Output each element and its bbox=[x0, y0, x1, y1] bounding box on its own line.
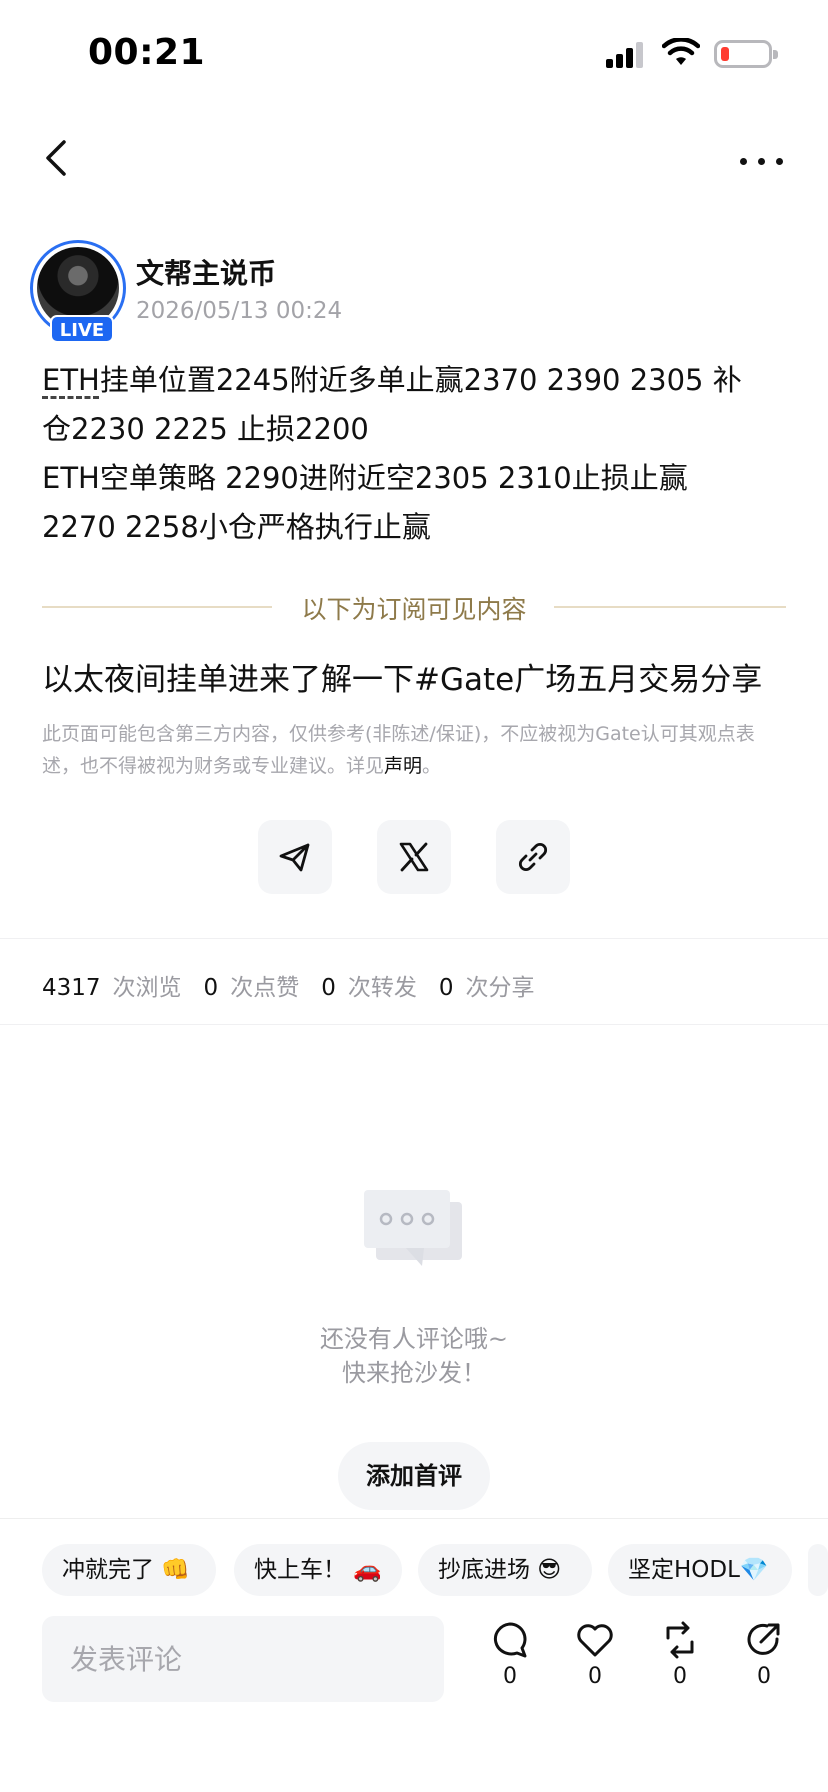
empty-comments-icon bbox=[364, 1190, 462, 1266]
likes-count: 0 bbox=[203, 975, 219, 1001]
wifi-icon bbox=[662, 38, 700, 65]
share-arrow-icon bbox=[747, 1623, 780, 1655]
views-label: 次浏览 bbox=[112, 975, 182, 1001]
empty-comments-line-2: 快来抢沙发！ bbox=[342, 1359, 486, 1387]
subscribe-divider-label: 以下为订阅可见内容 bbox=[301, 595, 527, 624]
comment-input[interactable] bbox=[42, 1616, 444, 1702]
empty-comments-line-1: 还没有人评论哦~ bbox=[319, 1325, 509, 1353]
share-x-button[interactable] bbox=[377, 820, 451, 894]
shares-count: 0 bbox=[438, 975, 454, 1001]
section-separator bbox=[0, 938, 828, 939]
status-bar: 00:21 bbox=[0, 0, 828, 108]
share-count: 0 bbox=[757, 1664, 771, 1689]
disclaimer-end: 。 bbox=[422, 755, 442, 777]
back-arrow-icon[interactable] bbox=[38, 136, 78, 180]
share-action-button[interactable]: 0 bbox=[734, 1620, 794, 1704]
repost-action-button[interactable]: 0 bbox=[650, 1620, 710, 1704]
stats-separator bbox=[0, 1024, 828, 1025]
more-options-icon[interactable] bbox=[730, 140, 790, 180]
repost-icon bbox=[666, 1621, 694, 1659]
author-name[interactable]: 文帮主说币 bbox=[136, 252, 276, 292]
quick-reply-chip[interactable]: 抄底进场 😎 bbox=[418, 1544, 592, 1596]
copy-link-button[interactable] bbox=[496, 820, 570, 894]
share-telegram-button[interactable] bbox=[258, 820, 332, 894]
empty-comments-text: 还没有人评论哦~ 快来抢沙发！ bbox=[0, 1322, 828, 1390]
divider-line-right bbox=[554, 606, 786, 608]
post-line-1-text: 挂单位置2245附近多单止赢2370 2390 2305 补 bbox=[99, 363, 742, 397]
post-stats: 4317 次浏览 0 次点赞 0 次转发 0 次分享 bbox=[42, 968, 556, 1002]
likes-label: 次点赞 bbox=[230, 975, 300, 1001]
link-icon bbox=[518, 842, 548, 872]
telegram-icon bbox=[279, 843, 310, 872]
add-first-comment-button[interactable]: 添加首评 bbox=[338, 1442, 490, 1510]
comment-bubble-icon bbox=[493, 1622, 527, 1658]
reposts-label: 次转发 bbox=[347, 975, 417, 1001]
quick-reply-chip[interactable]: 快上车！ 🚗 bbox=[234, 1544, 402, 1596]
views-count: 4317 bbox=[42, 975, 101, 1001]
status-time: 00:21 bbox=[88, 32, 206, 73]
like-action-button[interactable]: 0 bbox=[565, 1620, 625, 1704]
repost-count: 0 bbox=[673, 1664, 687, 1689]
post-content: ETH挂单位置2245附近多单止赢2370 2390 2305 补 仓2230 … bbox=[42, 356, 792, 552]
reposts-count: 0 bbox=[321, 975, 336, 1001]
post-line-3: ETH空单策略 2290进附近空2305 2310止损止赢 bbox=[42, 461, 688, 495]
post-title: 以太夜间挂单进来了解一下#Gate广场五月交易分享 bbox=[42, 662, 763, 698]
post-timestamp: 2026/05/13 00:24 bbox=[136, 298, 343, 324]
x-icon bbox=[399, 842, 429, 872]
battery-icon bbox=[714, 40, 778, 68]
cellular-signal-icon bbox=[606, 42, 646, 68]
post-line-1: ETH挂单位置2245附近多单止赢2370 2390 2305 补 bbox=[42, 356, 792, 405]
disclaimer-link[interactable]: 声明 bbox=[384, 755, 422, 777]
eth-coin-tag[interactable]: ETH bbox=[42, 363, 100, 397]
comment-count: 0 bbox=[503, 1664, 517, 1689]
quick-reply-chip-overflow[interactable] bbox=[808, 1544, 828, 1596]
heart-icon bbox=[577, 1624, 613, 1657]
comment-action-button[interactable]: 0 bbox=[480, 1620, 540, 1704]
shares-label: 次分享 bbox=[465, 975, 535, 1001]
quick-reply-chip[interactable]: 冲就完了 👊 bbox=[42, 1544, 216, 1596]
post-line-4: 2270 2258小仓严格执行止赢 bbox=[42, 510, 431, 544]
disclaimer-text: 此页面可能包含第三方内容，仅供参考(非陈述/保证)，不应被视为Gate认可其观点… bbox=[42, 718, 792, 782]
quick-reply-chip[interactable]: 坚定HODL💎 bbox=[608, 1544, 792, 1596]
live-badge: LIVE bbox=[50, 315, 114, 343]
like-count: 0 bbox=[588, 1664, 602, 1689]
post-line-2: 仓2230 2225 止损2200 bbox=[42, 412, 369, 446]
